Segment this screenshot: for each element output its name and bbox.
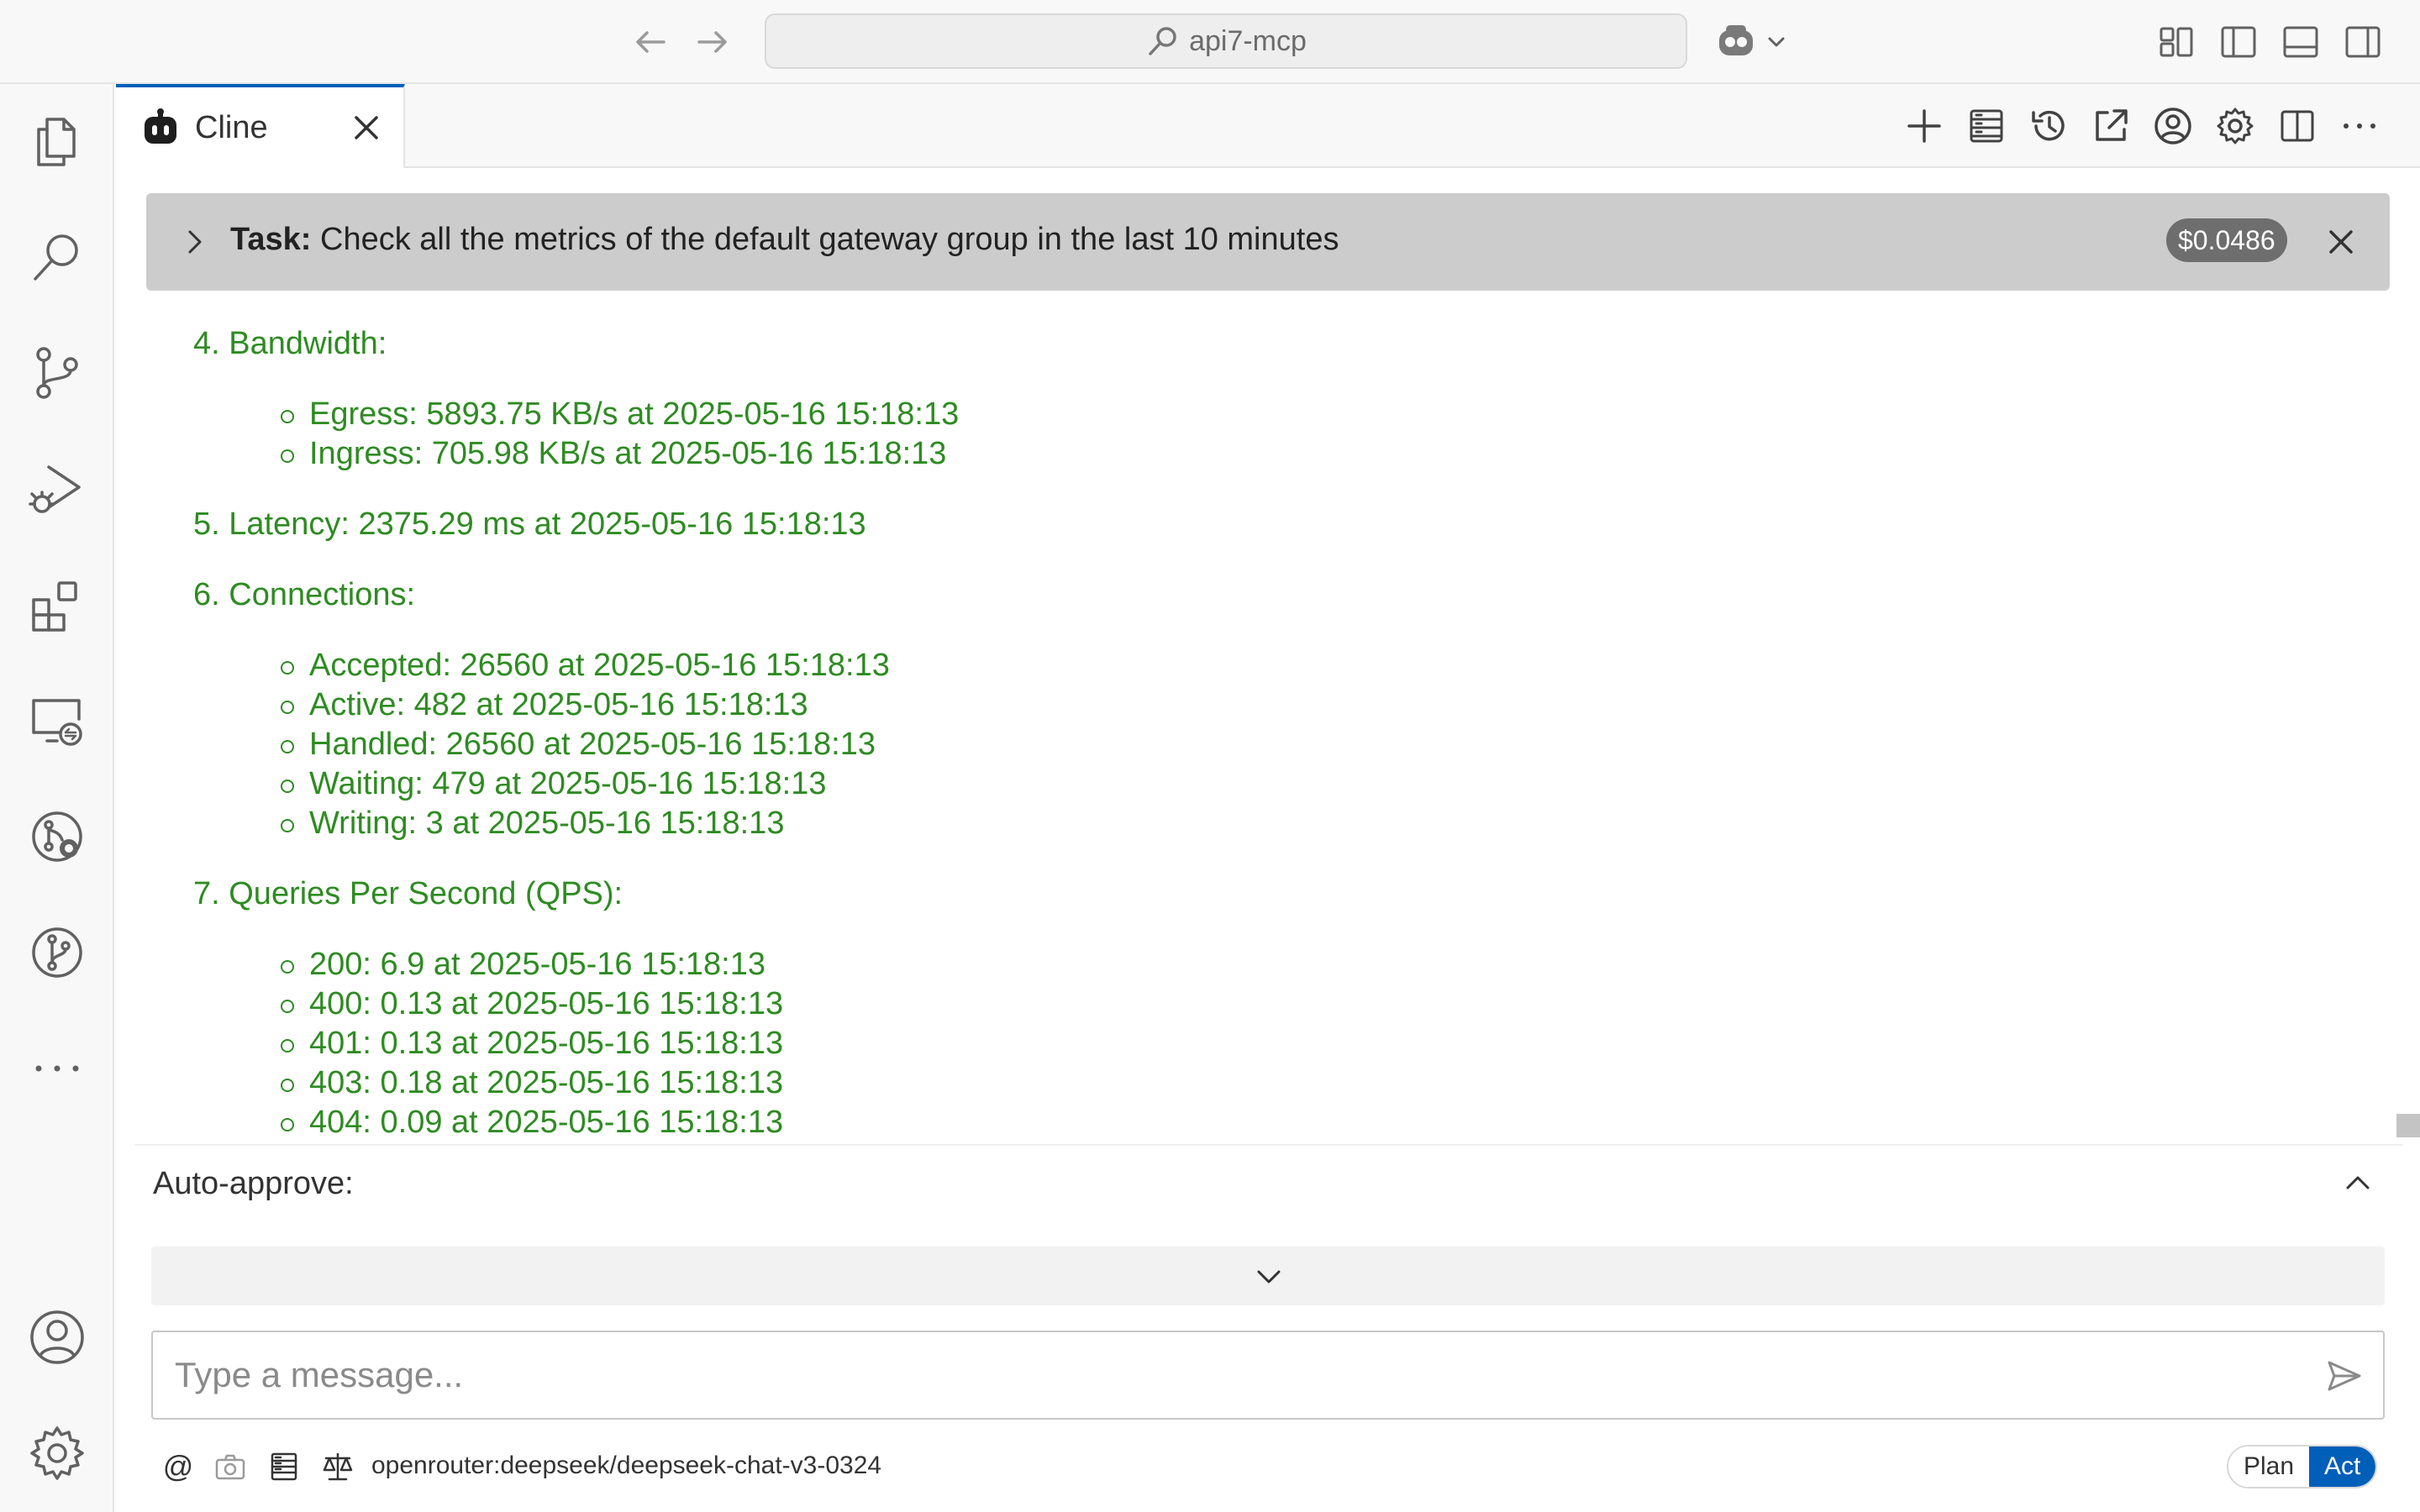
list-item: 401: 0.13 at 2025-05-16 15:18:13 <box>309 1026 784 1061</box>
auto-approve-label: Auto-approve: <box>153 1166 354 1201</box>
task-description: Check all the metrics of the default gat… <box>320 222 1339 257</box>
settings-gear-icon[interactable] <box>2215 106 2255 146</box>
new-task-plus-icon[interactable] <box>1904 106 1944 146</box>
list-bullet <box>281 740 294 753</box>
connections-heading: 6. Connections: <box>193 577 416 612</box>
list-bullet <box>281 1118 294 1131</box>
gitlens-icon[interactable] <box>24 919 91 986</box>
chevron-right-icon[interactable] <box>180 227 210 257</box>
chevron-down-icon <box>1765 30 1788 54</box>
model-scale-icon[interactable] <box>319 1448 356 1485</box>
list-item: Ingress: 705.98 KB/s at 2025-05-16 15:18… <box>309 436 947 471</box>
back-arrow-icon[interactable] <box>630 22 671 62</box>
source-control-icon[interactable] <box>24 339 91 407</box>
manage-gear-icon[interactable] <box>24 1420 91 1487</box>
split-editor-icon[interactable] <box>2277 106 2317 146</box>
cline-robot-icon <box>141 108 180 147</box>
command-center-search[interactable]: api7-mcp <box>765 13 1687 69</box>
list-item: Egress: 5893.75 KB/s at 2025-05-16 15:18… <box>309 396 960 432</box>
accounts-icon[interactable] <box>24 1304 91 1371</box>
toggle-primary-sidebar-icon[interactable] <box>2218 22 2259 62</box>
activity-bar <box>0 84 114 1512</box>
list-bullet <box>281 819 294 832</box>
search-icon <box>1145 24 1181 59</box>
list-item: 404: 0.09 at 2025-05-16 15:18:13 <box>309 1105 784 1140</box>
open-in-editor-icon[interactable] <box>2091 106 2131 146</box>
close-task-icon[interactable] <box>2323 223 2360 260</box>
latency-heading: 5. Latency: 2375.29 ms at 2025-05-16 15:… <box>193 507 866 542</box>
copilot-menu[interactable] <box>1714 18 1788 66</box>
customize-layout-icon[interactable] <box>2156 22 2196 62</box>
mention-at-icon[interactable]: @ <box>160 1448 197 1485</box>
run-and-debug-icon[interactable] <box>24 455 91 522</box>
model-selector[interactable]: openrouter:deepseek/deepseek-chat-v3-032… <box>371 1452 881 1480</box>
list-bullet <box>281 960 294 974</box>
explorer-icon[interactable] <box>24 108 91 175</box>
chevron-up-icon[interactable] <box>2339 1164 2376 1201</box>
tab-cline[interactable]: Cline <box>116 84 405 168</box>
list-bullet <box>281 1079 294 1092</box>
list-item: Waiting: 479 at 2025-05-16 15:18:13 <box>309 766 827 801</box>
cost-badge: $0.0486 <box>2166 218 2287 262</box>
mcp-servers-icon[interactable] <box>1966 106 2007 146</box>
camera-icon[interactable] <box>212 1448 249 1485</box>
message-input[interactable] <box>151 1331 2385 1420</box>
tab-label: Cline <box>195 109 268 145</box>
bandwidth-heading: 4. Bandwidth: <box>193 326 387 361</box>
task-prefix: Task: <box>230 222 312 257</box>
title-bar: api7-mcp <box>0 0 2420 84</box>
more-icon[interactable] <box>24 1035 91 1102</box>
list-item: 403: 0.18 at 2025-05-16 15:18:13 <box>309 1065 784 1100</box>
list-item: 400: 0.13 at 2025-05-16 15:18:13 <box>309 986 784 1021</box>
command-center-text: api7-mcp <box>1189 24 1307 57</box>
list-bullet <box>281 1039 294 1053</box>
toggle-panel-icon[interactable] <box>2281 22 2321 62</box>
chevron-down-icon <box>1250 1258 1287 1295</box>
list-item: Writing: 3 at 2025-05-16 15:18:13 <box>309 806 785 841</box>
history-icon[interactable] <box>2028 106 2069 146</box>
mcp-servers-icon[interactable] <box>266 1448 302 1485</box>
list-bullet <box>281 701 294 714</box>
task-text: Task: Check all the metrics of the defau… <box>230 222 1339 258</box>
remote-explorer-icon[interactable] <box>24 687 91 754</box>
list-bullet <box>281 410 294 423</box>
auto-approve-section[interactable]: Auto-approve: <box>134 1144 2403 1220</box>
act-mode-button[interactable]: Act <box>2309 1446 2376 1487</box>
list-bullet <box>281 780 294 793</box>
forward-arrow-icon[interactable] <box>692 22 733 62</box>
editor-tab-strip: Cline <box>116 84 2420 168</box>
close-icon[interactable] <box>348 109 385 146</box>
message-list: 4. Bandwidth: Egress: 5893.75 KB/s at 20… <box>146 311 2390 1142</box>
task-header[interactable]: Task: Check all the metrics of the defau… <box>146 193 2390 291</box>
auto-approve-expand-bar[interactable] <box>151 1247 2385 1305</box>
input-toolbar: @ openrouter:deepseek/deepseek-chat-v3-0… <box>151 1441 2386 1492</box>
list-item: Accepted: 26560 at 2025-05-16 15:18:13 <box>309 648 890 683</box>
scrollbar-thumb[interactable] <box>2396 1114 2420 1137</box>
list-bullet <box>281 449 294 463</box>
more-actions-icon[interactable] <box>2339 106 2380 146</box>
toggle-secondary-sidebar-icon[interactable] <box>2343 22 2383 62</box>
account-icon[interactable] <box>2153 106 2193 146</box>
plan-mode-button[interactable]: Plan <box>2228 1446 2310 1487</box>
git-graph-icon[interactable] <box>24 803 91 870</box>
list-bullet <box>281 1000 294 1013</box>
list-item: 200: 6.9 at 2025-05-16 15:18:13 <box>309 947 766 982</box>
list-item: Handled: 26560 at 2025-05-16 15:18:13 <box>309 727 876 762</box>
plan-act-toggle[interactable]: Plan Act <box>2227 1445 2378 1488</box>
copilot-icon <box>1714 20 1758 64</box>
search-view-icon[interactable] <box>24 223 91 291</box>
list-bullet <box>281 661 294 675</box>
send-icon[interactable] <box>2324 1356 2365 1396</box>
extensions-icon[interactable] <box>24 571 91 638</box>
list-item: Active: 482 at 2025-05-16 15:18:13 <box>309 687 808 722</box>
qps-heading: 7. Queries Per Second (QPS): <box>193 876 623 911</box>
